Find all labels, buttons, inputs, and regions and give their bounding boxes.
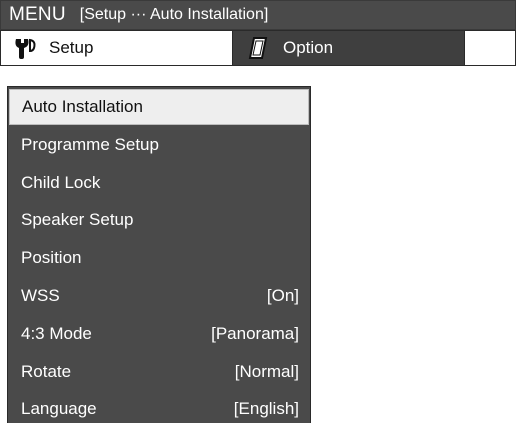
menu-item-label: 4:3 Mode	[21, 324, 92, 343]
menu-item-value: [English]	[233, 399, 299, 418]
card-icon	[245, 35, 273, 61]
menu-item-label: Auto Installation	[22, 97, 143, 116]
menu-item-child-lock[interactable]: Child Lock	[9, 165, 309, 201]
menu-item-wss[interactable]: WSS [On]	[9, 278, 309, 314]
menu-item-label: Rotate	[21, 362, 72, 381]
tab-setup[interactable]: Setup	[1, 31, 233, 65]
tab-bar: Setup Option	[0, 30, 516, 66]
menu-item-4-3-mode[interactable]: 4:3 Mode [Panorama]	[9, 316, 309, 352]
wrench-icon	[11, 35, 39, 61]
menu-item-speaker-setup[interactable]: Speaker Setup	[9, 202, 309, 238]
menu-item-label: Child Lock	[21, 173, 101, 192]
menu-item-value: [On]	[266, 286, 299, 305]
menu-item-value: [Panorama]	[211, 324, 299, 343]
menu-item-label: WSS	[21, 286, 60, 305]
menu-item-label: Language	[21, 399, 97, 418]
menu-item-label: Speaker Setup	[21, 210, 134, 229]
menu-item-auto-installation[interactable]: Auto Installation	[9, 89, 309, 125]
menu-item-position[interactable]: Position	[9, 240, 309, 276]
setup-menu-panel: Auto Installation Programme Setup Child …	[7, 86, 311, 423]
menu-item-programme-setup[interactable]: Programme Setup	[9, 127, 309, 163]
breadcrumb: [Setup ··· Auto Installation]	[79, 6, 269, 23]
tab-bar-filler	[465, 31, 515, 65]
menu-title-bar: MENU [Setup ··· Auto Installation]	[0, 0, 516, 30]
tab-option-label: Option	[283, 38, 334, 57]
tab-setup-label: Setup	[49, 38, 94, 57]
menu-item-value: [Normal]	[234, 362, 299, 381]
menu-item-language[interactable]: Language [English]	[9, 391, 309, 427]
menu-title: MENU	[9, 4, 66, 25]
menu-item-label: Position	[21, 248, 82, 267]
tab-option[interactable]: Option	[233, 31, 465, 65]
menu-item-label: Programme Setup	[21, 135, 159, 154]
menu-item-rotate[interactable]: Rotate [Normal]	[9, 354, 309, 390]
